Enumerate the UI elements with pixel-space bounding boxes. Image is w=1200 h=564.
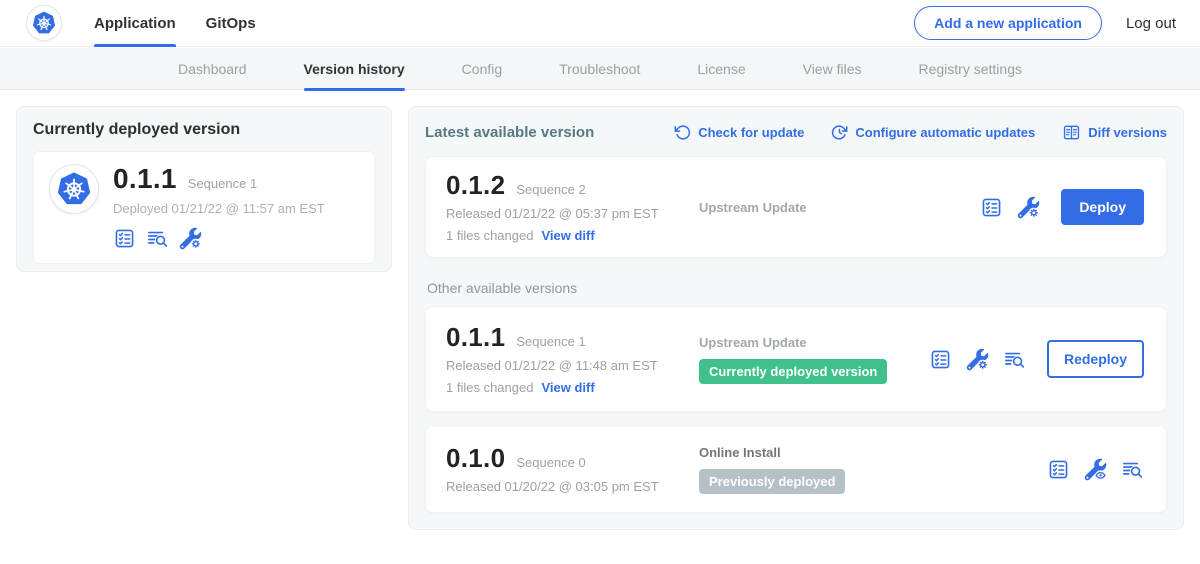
active-subnav-underline: [304, 88, 405, 91]
refresh-icon: [674, 124, 691, 141]
source-label: Upstream Update: [699, 335, 919, 350]
app-logo-avatar: [50, 165, 98, 213]
version-source: Online Install Previously deployed: [699, 445, 1047, 494]
version-source: Upstream Update: [699, 200, 980, 215]
version-row-0-1-2: 0.1.2 Sequence 2 Released 01/21/22 @ 05:…: [425, 156, 1167, 258]
wrench-eye-icon[interactable]: [1084, 458, 1107, 481]
app-logo-avatar: [27, 6, 61, 40]
checklist-icon[interactable]: [1047, 458, 1070, 481]
deployed-version-number: 0.1.1: [113, 165, 177, 193]
tab-gitops-label: GitOps: [206, 15, 256, 32]
kubernetes-logo-icon: [55, 170, 93, 208]
currently-deployed-title: Currently deployed version: [33, 121, 375, 139]
version-actions: Redeploy: [929, 340, 1144, 378]
sequence-label: Sequence 0: [516, 455, 585, 470]
released-timestamp: Released 01/21/22 @ 05:37 pm EST: [446, 206, 699, 221]
view-files-icon[interactable]: [1003, 348, 1026, 371]
check-for-update-link[interactable]: Check for update: [674, 124, 804, 141]
subnav-tab-license[interactable]: License: [697, 48, 745, 90]
deploy-button[interactable]: Deploy: [1061, 189, 1144, 225]
logout-button[interactable]: Log out: [1126, 15, 1176, 32]
version-number: 0.1.1: [446, 324, 505, 350]
currently-deployed-card: 0.1.1 Sequence 1 Deployed 01/21/22 @ 11:…: [33, 151, 375, 264]
deployed-sequence-label: Sequence 1: [188, 176, 257, 191]
configure-automatic-updates-link[interactable]: Configure automatic updates: [831, 124, 1035, 141]
auto-update-icon: [831, 124, 848, 141]
subnav-tab-dashboard[interactable]: Dashboard: [178, 48, 247, 90]
check-for-update-label: Check for update: [698, 125, 804, 140]
view-diff-link[interactable]: View diff: [541, 380, 594, 395]
version-actions: [1047, 458, 1144, 481]
view-diff-link[interactable]: View diff: [541, 228, 594, 243]
kubernetes-logo-icon: [31, 10, 57, 36]
released-timestamp: Released 01/20/22 @ 03:05 pm EST: [446, 479, 699, 494]
subnav-tab-config-label: Config: [462, 61, 502, 77]
active-tab-underline: [94, 44, 176, 47]
subnav-tab-config[interactable]: Config: [462, 48, 502, 90]
configure-automatic-updates-label: Configure automatic updates: [855, 125, 1035, 140]
sequence-label: Sequence 1: [516, 334, 585, 349]
tab-application[interactable]: Application: [94, 0, 176, 47]
other-versions-title: Other available versions: [427, 280, 1167, 296]
version-actions: Deploy: [980, 189, 1144, 225]
add-application-button[interactable]: Add a new application: [914, 6, 1102, 40]
checklist-icon[interactable]: [113, 227, 136, 250]
tab-application-label: Application: [94, 15, 176, 32]
diff-versions-label: Diff versions: [1088, 125, 1167, 140]
top-nav: Application GitOps Add a new application…: [0, 0, 1200, 47]
subnav-tab-troubleshoot[interactable]: Troubleshoot: [559, 48, 640, 90]
version-number: 0.1.0: [446, 445, 505, 471]
source-label: Upstream Update: [699, 200, 970, 215]
previously-deployed-badge: Previously deployed: [699, 469, 845, 494]
version-info: 0.1.2 Sequence 2 Released 01/21/22 @ 05:…: [446, 172, 699, 243]
version-source: Upstream Update Currently deployed versi…: [699, 335, 929, 384]
subnav-tab-version-history[interactable]: Version history: [304, 48, 405, 90]
subnav-tab-license-label: License: [697, 61, 745, 77]
version-info: 0.1.0 Sequence 0 Released 01/20/22 @ 03:…: [446, 445, 699, 494]
wrench-gear-icon[interactable]: [1017, 196, 1040, 219]
version-row-0-1-0: 0.1.0 Sequence 0 Released 01/20/22 @ 03:…: [425, 425, 1167, 513]
subnav-tab-view-files[interactable]: View files: [803, 48, 862, 90]
redeploy-button[interactable]: Redeploy: [1047, 340, 1144, 378]
subnav-tab-dashboard-label: Dashboard: [178, 61, 247, 77]
diff-icon: [1062, 123, 1081, 142]
tab-gitops[interactable]: GitOps: [206, 0, 256, 47]
currently-deployed-badge: Currently deployed version: [699, 359, 887, 384]
source-label: Online Install: [699, 445, 1037, 460]
subnav-tab-view-files-label: View files: [803, 61, 862, 77]
version-row-0-1-1: 0.1.1 Sequence 1 Released 01/21/22 @ 11:…: [425, 306, 1167, 412]
version-number: 0.1.2: [446, 172, 505, 198]
sequence-label: Sequence 2: [516, 182, 585, 197]
view-files-icon[interactable]: [1121, 458, 1144, 481]
deployed-version-info: 0.1.1 Sequence 1 Deployed 01/21/22 @ 11:…: [113, 165, 325, 250]
subnav-tab-registry-settings-label: Registry settings: [919, 61, 1022, 77]
wrench-gear-icon[interactable]: [966, 348, 989, 371]
currently-deployed-panel: Currently deployed version 0.1.1 Sequenc…: [16, 106, 392, 272]
view-files-icon[interactable]: [146, 227, 169, 250]
latest-version-title: Latest available version: [425, 124, 647, 141]
subnav-tab-version-history-label: Version history: [304, 61, 405, 77]
subnav-tab-registry-settings[interactable]: Registry settings: [919, 48, 1022, 90]
files-changed-label: 1 files changed: [446, 380, 533, 395]
wrench-gear-icon[interactable]: [179, 227, 202, 250]
diff-versions-link[interactable]: Diff versions: [1062, 123, 1167, 142]
files-changed-label: 1 files changed: [446, 228, 533, 243]
version-info: 0.1.1 Sequence 1 Released 01/21/22 @ 11:…: [446, 324, 699, 395]
version-history-panel: Latest available version Check for updat…: [408, 106, 1184, 530]
released-timestamp: Released 01/21/22 @ 11:48 am EST: [446, 358, 699, 373]
app-sub-nav: Dashboard Version history Config Trouble…: [0, 48, 1200, 90]
subnav-tab-troubleshoot-label: Troubleshoot: [559, 61, 640, 77]
latest-version-header: Latest available version Check for updat…: [425, 121, 1167, 143]
checklist-icon[interactable]: [980, 196, 1003, 219]
checklist-icon[interactable]: [929, 348, 952, 371]
deployed-timestamp: Deployed 01/21/22 @ 11:57 am EST: [113, 201, 325, 216]
